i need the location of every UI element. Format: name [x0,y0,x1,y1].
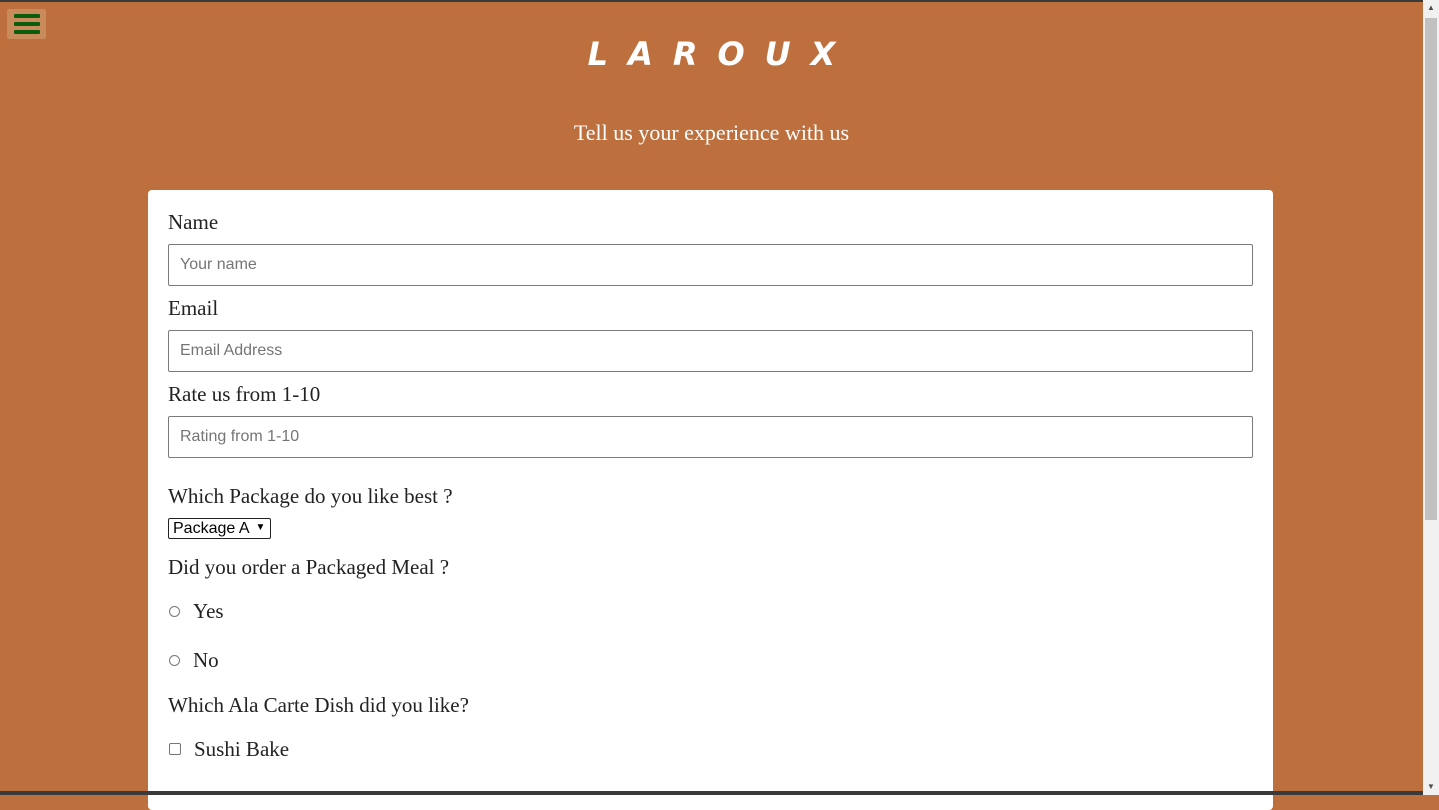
brand-logo: LAROUX [587,35,856,73]
yes-radio[interactable] [169,605,180,617]
rating-label: Rate us from 1-10 [168,382,321,406]
hamburger-menu-icon-bar [13,22,40,26]
scroll-up-arrow-icon[interactable]: ▲ [1423,0,1439,16]
hamburger-menu-icon [13,14,40,18]
no-radio-label: No [193,648,219,672]
yes-radio-label: Yes [193,599,224,623]
scroll-down-arrow-icon[interactable]: ▼ [1423,779,1439,795]
rating-input[interactable] [168,416,1253,458]
chevron-down-icon: ▼ [255,522,266,533]
sushi-bake-checkbox[interactable] [169,743,181,755]
name-input[interactable] [168,244,1253,286]
name-label: Name [168,210,219,234]
ala-carte-label: Which Ala Carte Dish did you like? [168,693,469,717]
window-top-border [0,0,1439,2]
no-radio[interactable] [169,654,180,666]
page-subtitle: Tell us your experience with us [573,120,850,145]
packaged-meal-option-no[interactable]: No [168,647,219,673]
window-bottom-border [0,791,1423,795]
email-input[interactable] [168,330,1253,372]
scrollbar-thumb[interactable] [1425,18,1437,520]
package-label: Which Package do you like best ? [168,484,453,508]
email-label: Email [168,296,219,320]
survey-form: Name Email Rate us from 1-10 Which Packa… [148,190,1273,810]
ala-carte-option-sushi-bake[interactable]: Sushi Bake [168,736,289,762]
packaged-meal-option-yes[interactable]: Yes [168,598,224,624]
sushi-bake-checkbox-label: Sushi Bake [194,737,290,761]
package-select-value: Package A [173,519,250,537]
package-select[interactable]: Package A ▼ [168,518,271,539]
packaged-meal-label: Did you order a Packaged Meal ? [168,555,450,579]
